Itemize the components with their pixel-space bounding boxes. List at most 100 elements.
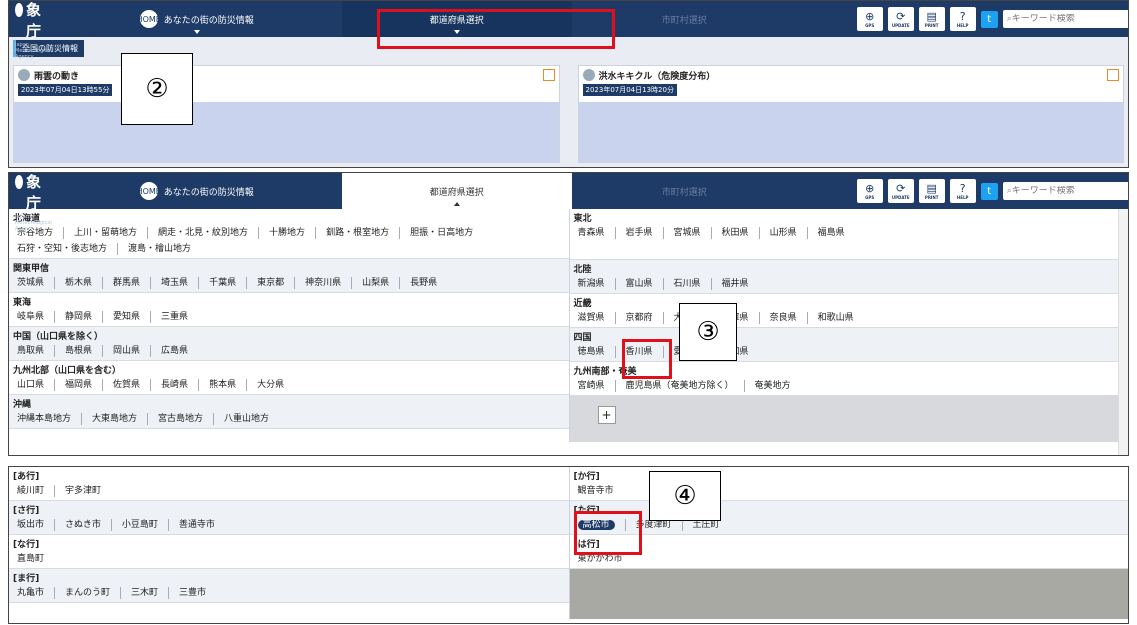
expand-icon[interactable] xyxy=(542,69,555,81)
help-button[interactable]: ? HELP xyxy=(949,7,976,31)
prefecture-link[interactable]: 栃木県 xyxy=(54,277,102,289)
area-link[interactable]: 上川・留萌地方 xyxy=(63,227,147,239)
menu-local-info[interactable]: HOME あなたの街の防災情報 xyxy=(52,173,342,209)
prefecture-link[interactable]: 東京都 xyxy=(246,277,294,289)
site-header: 気象庁 Japan Meteorological Agency HOME あなた… xyxy=(9,1,1128,60)
area-link[interactable]: 八重山地方 xyxy=(213,413,279,425)
prefecture-link[interactable]: 奈良県 xyxy=(758,312,807,324)
prefecture-link[interactable]: 山梨県 xyxy=(351,277,399,289)
prefecture-link[interactable]: 富山県 xyxy=(614,278,663,290)
municipality-link[interactable]: 丸亀市 xyxy=(13,587,54,599)
prefecture-link[interactable]: 佐賀県 xyxy=(102,379,150,391)
prefecture-link[interactable]: 広島県 xyxy=(150,345,198,357)
update-button[interactable]: ⟳ UPDATE xyxy=(887,179,914,203)
municipality-link[interactable]: 小豆島町 xyxy=(110,519,168,531)
menu-city-select[interactable]: 市町村選択 xyxy=(572,173,797,209)
scrollbar[interactable] xyxy=(1118,209,1128,455)
prefecture-link[interactable]: 秋田県 xyxy=(710,227,759,239)
municipality-link[interactable]: 宇多津町 xyxy=(54,485,111,497)
prefecture-link[interactable]: 石川県 xyxy=(662,278,711,290)
area-link[interactable]: 大東島地方 xyxy=(81,413,147,425)
search-input[interactable] xyxy=(1011,14,1128,24)
area-link[interactable]: 胆振・日高地方 xyxy=(399,227,483,239)
prefecture-link[interactable]: 熊本県 xyxy=(198,379,246,391)
prefecture-link[interactable]: 鹿児島県（奄美地方除く） xyxy=(614,380,744,392)
region-okinawa: 沖縄 沖縄本島地方 大東島地方 宮古島地方 八重山地方 xyxy=(9,395,569,429)
municipality-link[interactable]: まんのう町 xyxy=(54,587,120,599)
prefecture-link[interactable]: 京都府 xyxy=(614,312,663,324)
area-link[interactable]: 網走・北見・紋別地方 xyxy=(147,227,258,239)
prefecture-link[interactable]: 茨城県 xyxy=(13,277,54,289)
map-view[interactable]: + xyxy=(569,396,1128,442)
twitter-icon[interactable]: t xyxy=(980,10,998,28)
prefecture-link[interactable]: 宮崎県 xyxy=(574,380,615,392)
prefecture-link[interactable]: 静岡県 xyxy=(54,311,102,323)
prefecture-link[interactable]: 山口県 xyxy=(13,379,54,391)
area-link[interactable]: 奄美地方 xyxy=(743,380,801,392)
area-link[interactable]: 石狩・空知・後志地方 xyxy=(13,243,117,255)
prefecture-link[interactable]: 大分県 xyxy=(246,379,294,391)
prefecture-link[interactable]: 三重県 xyxy=(150,311,198,323)
menu-prefecture-select[interactable]: 都道府県選択 xyxy=(341,173,572,209)
prefecture-link[interactable]: 長野県 xyxy=(399,277,447,289)
prefecture-grid: 北海道 宗谷地方 上川・留萌地方 網走・北見・紋別地方 十勝地方 釧路・根室地方… xyxy=(9,209,1128,442)
area-link[interactable]: 釧路・根室地方 xyxy=(315,227,399,239)
search-box[interactable]: ⌕ xyxy=(1002,10,1128,28)
prefecture-column-left: 北海道 宗谷地方 上川・留萌地方 網走・北見・紋別地方 十勝地方 釧路・根室地方… xyxy=(9,209,569,442)
gps-button[interactable]: ⊕ GPS xyxy=(856,7,883,31)
municipality-link[interactable]: 直島町 xyxy=(13,553,54,565)
print-button[interactable]: ▤ PRINT xyxy=(918,179,945,203)
municipality-link[interactable]: さぬき市 xyxy=(54,519,111,531)
help-button[interactable]: ? HELP xyxy=(949,179,976,203)
search-input[interactable] xyxy=(1011,186,1128,196)
panel-municipality-select: [あ行] 綾川町 宇多津町 [さ行] 坂出市 さぬき市 小豆島町 善通寺市 [な… xyxy=(8,466,1129,624)
prefecture-link[interactable]: 長崎県 xyxy=(150,379,198,391)
prefecture-link[interactable]: 群馬県 xyxy=(102,277,150,289)
prefecture-link[interactable]: 徳島県 xyxy=(574,346,615,358)
chevron-up-icon xyxy=(453,202,460,206)
update-icon: ⟳ xyxy=(896,182,906,195)
prefecture-link[interactable]: 愛知県 xyxy=(102,311,150,323)
update-label: UPDATE xyxy=(891,195,910,200)
prefecture-link[interactable]: 山形県 xyxy=(758,227,807,239)
zoom-in-button[interactable]: + xyxy=(597,406,616,424)
prefecture-link[interactable]: 岐阜県 xyxy=(13,311,54,323)
municipality-link[interactable]: 三木町 xyxy=(120,587,168,599)
prefecture-link[interactable]: 島根県 xyxy=(54,345,102,357)
municipality-link[interactable]: 坂出市 xyxy=(13,519,54,531)
municipality-link[interactable]: 三豊市 xyxy=(168,587,216,599)
rain-cloud-card[interactable]: 雨雲の動き 2023年07月04日13時55分 xyxy=(13,65,560,163)
twitter-icon[interactable]: t xyxy=(980,182,998,200)
area-link[interactable]: 十勝地方 xyxy=(258,227,315,239)
prefecture-link[interactable]: 神奈川県 xyxy=(294,277,351,289)
prefecture-link[interactable]: 和歌山県 xyxy=(806,312,864,324)
jma-logo[interactable]: 気象庁 Japan Meteorological Agency xyxy=(9,1,52,60)
update-button[interactable]: ⟳ UPDATE xyxy=(887,7,914,31)
search-box[interactable]: ⌕ xyxy=(1002,182,1128,200)
prefecture-link[interactable]: 福井県 xyxy=(710,278,759,290)
flood-risk-card[interactable]: 洪水キキクル（危険度分布） 2023年07月04日13時20分 xyxy=(577,65,1124,163)
prefecture-link[interactable]: 新潟県 xyxy=(574,278,615,290)
map-view[interactable] xyxy=(569,569,1128,619)
prefecture-link[interactable]: 岩手県 xyxy=(614,227,663,239)
menu-local-info[interactable]: HOME あなたの街の防災情報 xyxy=(52,1,342,37)
prefecture-link[interactable]: 青森県 xyxy=(574,227,615,239)
municipality-link[interactable]: 観音寺市 xyxy=(574,485,624,497)
jma-logo[interactable]: 気象庁 Japan Meteorological Agency xyxy=(9,173,52,232)
area-link[interactable]: 宮古島地方 xyxy=(147,413,213,425)
prefecture-link[interactable]: 埼玉県 xyxy=(150,277,198,289)
prefecture-link[interactable]: 千葉県 xyxy=(198,277,246,289)
prefecture-link[interactable]: 鳥取県 xyxy=(13,345,54,357)
municipality-link[interactable]: 綾川町 xyxy=(13,485,54,497)
prefecture-link[interactable]: 福岡県 xyxy=(54,379,102,391)
gps-button[interactable]: ⊕ GPS xyxy=(856,179,883,203)
area-link[interactable]: 沖縄本島地方 xyxy=(13,413,81,425)
municipality-link[interactable]: 善通寺市 xyxy=(167,519,225,531)
prefecture-link[interactable]: 滋賀県 xyxy=(574,312,615,324)
prefecture-link[interactable]: 福島県 xyxy=(806,227,855,239)
print-button[interactable]: ▤ PRINT xyxy=(918,7,945,31)
prefecture-link[interactable]: 岡山県 xyxy=(102,345,150,357)
area-link[interactable]: 渡島・檜山地方 xyxy=(117,243,201,255)
prefecture-link[interactable]: 宮城県 xyxy=(662,227,711,239)
expand-icon[interactable] xyxy=(1107,69,1119,81)
